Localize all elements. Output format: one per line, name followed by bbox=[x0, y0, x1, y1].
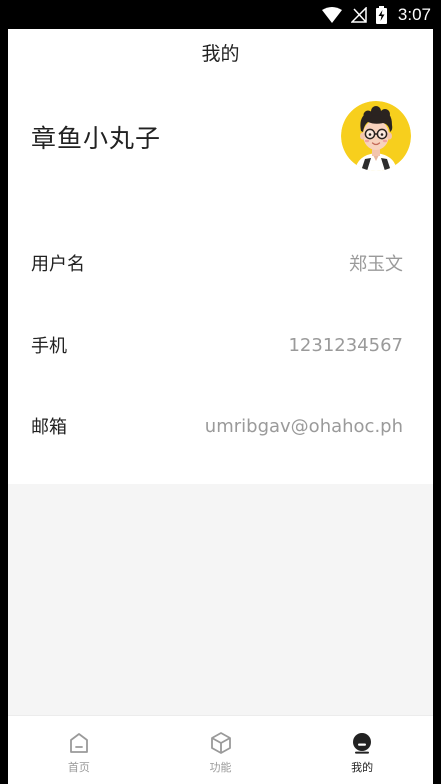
avatar[interactable] bbox=[341, 101, 411, 171]
username-value: 郑玉文 bbox=[349, 254, 403, 275]
email-value: umribgav@ohahoc.ph bbox=[204, 415, 403, 437]
info-row-username[interactable]: 用户名 郑玉文 bbox=[8, 243, 433, 283]
user-icon bbox=[350, 731, 374, 755]
battery-charging-icon bbox=[375, 5, 387, 24]
user-info-list: 用户名 郑玉文 手机 1231234567 邮箱 umribgav@ohahoc… bbox=[8, 208, 433, 484]
info-row-email[interactable]: 邮箱 umribgav@ohahoc.ph bbox=[8, 406, 433, 446]
profile-nickname: 章鱼小丸子 bbox=[31, 124, 162, 153]
nav-item-mine[interactable]: 我的 bbox=[291, 716, 433, 784]
status-time: 3:07 bbox=[397, 4, 431, 24]
wifi-icon bbox=[321, 6, 342, 23]
home-icon bbox=[67, 731, 91, 755]
profile-card[interactable]: 章鱼小丸子 bbox=[8, 76, 433, 221]
page-title: 我的 bbox=[201, 43, 240, 65]
nav-label-home: 首页 bbox=[67, 761, 90, 774]
avatar-illustration bbox=[341, 101, 411, 171]
cube-icon bbox=[209, 731, 233, 755]
info-row-phone[interactable]: 手机 1231234567 bbox=[8, 325, 433, 365]
nav-item-features[interactable]: 功能 bbox=[150, 716, 292, 784]
phone-value: 1231234567 bbox=[288, 334, 403, 356]
title-bar: 我的 bbox=[8, 29, 433, 76]
username-label: 用户名 bbox=[31, 254, 85, 275]
nav-label-mine: 我的 bbox=[351, 761, 374, 774]
phone-label: 手机 bbox=[31, 336, 67, 357]
email-label: 邮箱 bbox=[31, 417, 67, 438]
no-signal-icon bbox=[350, 6, 367, 23]
nav-item-home[interactable]: 首页 bbox=[8, 716, 150, 784]
status-bar: 3:07 bbox=[0, 0, 441, 29]
bottom-nav: 首页 功能 我的 bbox=[8, 715, 433, 784]
app-screen: 我的 章鱼小丸子 用户名 郑玉文 手机 1231234567 邮箱 umribg… bbox=[8, 29, 433, 784]
nav-label-features: 功能 bbox=[209, 761, 232, 774]
